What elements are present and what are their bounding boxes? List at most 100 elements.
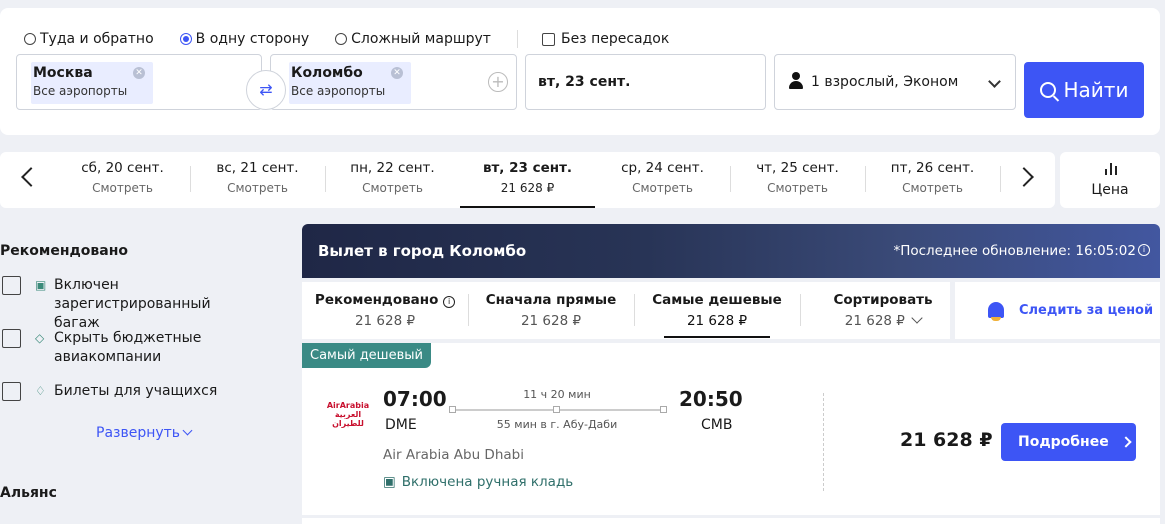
date-option-sub: Смотреть [902,181,963,195]
date-value: вт, 23 сент. [538,74,631,90]
sort-recommended[interactable]: Рекомендовано i 21 628 ₽ [302,292,468,329]
to-chip[interactable]: Коломбо Все аэропорты ✕ [289,62,411,104]
chevron-right-icon[interactable] [1014,167,1034,187]
from-chip[interactable]: Москва Все аэропорты ✕ [31,62,153,104]
date-strip: сб, 20 сент. Смотреть вс, 21 сент. Смотр… [0,152,1055,208]
sort-dropdown[interactable]: Сортировать 21 628 ₽ [800,292,966,329]
filter-label: Билеты для учащихся [54,383,218,399]
details-button[interactable]: Подробнее [1001,423,1136,461]
sort-direct-first[interactable]: Сначала прямые 21 628 ₽ [468,292,634,329]
arrival-airport: CMB [701,417,733,433]
sort-value: 21 628 ₽ [844,313,905,329]
swap-button[interactable]: ⇄ [246,70,286,110]
date-option[interactable]: чт, 25 сент. Смотреть [730,160,865,195]
checkbox-icon[interactable] [2,382,21,401]
chevron-down-icon [182,425,193,436]
results-banner: Вылет в город Коломбо *Последнее обновле… [302,224,1160,278]
date-option[interactable]: ср, 24 сент. Смотреть [595,160,730,195]
sort-value: 21 628 ₽ [686,313,748,329]
filter-checked-baggage[interactable]: ▣ Включен зарегистрированный багаж [2,276,254,333]
airline-name: Air Arabia Abu Dhabi [383,447,524,463]
date-option-sub: Смотреть [92,181,153,195]
airline-logo: AirArabia العربية للطيران [326,401,370,428]
chevron-down-icon [911,312,923,324]
date-option[interactable]: пн, 22 сент. Смотреть [325,160,460,195]
trip-type-options: Туда и обратно В одну сторону Сложный ма… [24,30,695,48]
cheapest-badge: Самый дешевый [302,343,431,368]
date-option-day: сб, 20 сент. [81,160,164,176]
filter-label: Включен зарегистрированный багаж [54,277,211,331]
bell-icon [987,300,1005,322]
results-title: Вылет в город Коломбо [318,242,527,260]
details-label: Подробнее [1018,434,1109,450]
date-option-day: ср, 24 сент. [621,160,704,176]
search-icon [1039,82,1056,98]
search-button[interactable]: Найти [1024,62,1144,118]
passengers-field[interactable]: 1 взрослый, Эконом [774,54,1016,110]
date-option-day: вт, 23 сент. [482,160,573,176]
trip-option-roundtrip[interactable]: Туда и обратно [24,31,154,47]
stopover-info: 55 мин в г. Абу-Даби [496,418,618,431]
sort-label: Самые дешевые [652,292,782,308]
date-option[interactable]: сб, 20 сент. Смотреть [55,160,190,195]
price-alert-button[interactable]: Следить за ценой [955,282,1160,339]
date-field[interactable]: вт, 23 сент. [525,54,766,110]
checkbox-icon [541,32,555,46]
filter-students[interactable]: ♢ Билеты для учащихся [2,382,217,401]
checkbox-icon[interactable] [2,276,21,295]
search-button-label: Найти [1063,78,1129,102]
divider [1000,166,1001,192]
price-chart-button[interactable]: Цена [1060,152,1160,208]
alliance-title: Альянс [0,485,57,501]
airline-logo-text: AirArabia [326,401,370,410]
sort-bar: Рекомендовано i 21 628 ₽ Сначала прямые … [302,282,950,339]
trip-option-oneway[interactable]: В одну сторону [179,31,310,47]
nonstop-label: Без пересадок [560,31,670,47]
chevron-right-icon [1120,436,1132,448]
baggage-info: ▣ Включена ручная кладь [383,474,573,490]
sort-label: Рекомендовано [314,292,439,308]
clear-from-icon[interactable]: ✕ [133,67,145,79]
chevron-left-icon[interactable] [21,167,41,187]
flight-duration: 11 ч 20 мин [523,388,591,401]
flight-card[interactable]: Самый дешевый AirArabia العربية للطيران … [302,343,1160,515]
departure-airport: DME [385,417,417,433]
date-option-active[interactable]: вт, 23 сент. 21 628 ₽ [460,160,595,208]
next-flight-card[interactable] [302,518,1160,524]
price-alert-label: Следить за ценой [1019,303,1154,318]
bar-chart-icon [1104,161,1118,175]
trip-option-multicity[interactable]: Сложный маршрут [335,31,491,47]
date-option-day: пт, 26 сент. [890,160,975,176]
sort-cheapest[interactable]: Самые дешевые 21 628 ₽ [634,292,800,338]
expand-filters-link[interactable]: Развернуть [96,425,193,441]
nonstop-checkbox[interactable]: Без пересадок [541,31,670,47]
divider [823,393,824,491]
airline-logo-arabic: العربية للطيران [332,410,364,428]
to-field[interactable]: Коломбо Все аэропорты ✕ + [270,54,517,110]
info-icon[interactable]: i [1138,244,1150,256]
date-option[interactable]: вс, 21 сент. Смотреть [190,160,325,195]
info-icon[interactable]: i [443,296,456,308]
sort-value: 21 628 ₽ [520,313,582,329]
clear-to-icon[interactable]: ✕ [391,67,403,79]
date-option-sub: Смотреть [632,181,693,195]
date-option-sub: Смотреть [227,181,288,195]
radio-selected-icon [179,33,192,45]
swap-icon: ⇄ [259,80,273,99]
add-destination-icon[interactable]: + [488,72,508,92]
filter-label: Скрыть бюджетные авиакомпании [54,330,202,365]
date-option-price: 21 628 ₽ [500,181,555,195]
trip-option-label: В одну сторону [195,31,310,47]
date-option-sub: Смотреть [767,181,828,195]
person-icon [789,72,803,90]
checkbox-icon[interactable] [2,329,21,348]
from-field[interactable]: Москва Все аэропорты ✕ [16,54,262,110]
sort-label: Сортировать [833,292,933,308]
graduation-cap-icon: ♢ [35,384,46,398]
price-chart-label: Цена [1091,182,1129,198]
sort-value: 21 628 ₽ [354,313,416,329]
date-option[interactable]: пт, 26 сент. Смотреть [865,160,1000,195]
passengers-value: 1 взрослый, Эконом [811,74,959,90]
luggage-icon: ▣ [35,278,47,292]
filter-hide-budget[interactable]: ◇ Скрыть бюджетные авиакомпании [2,329,234,367]
